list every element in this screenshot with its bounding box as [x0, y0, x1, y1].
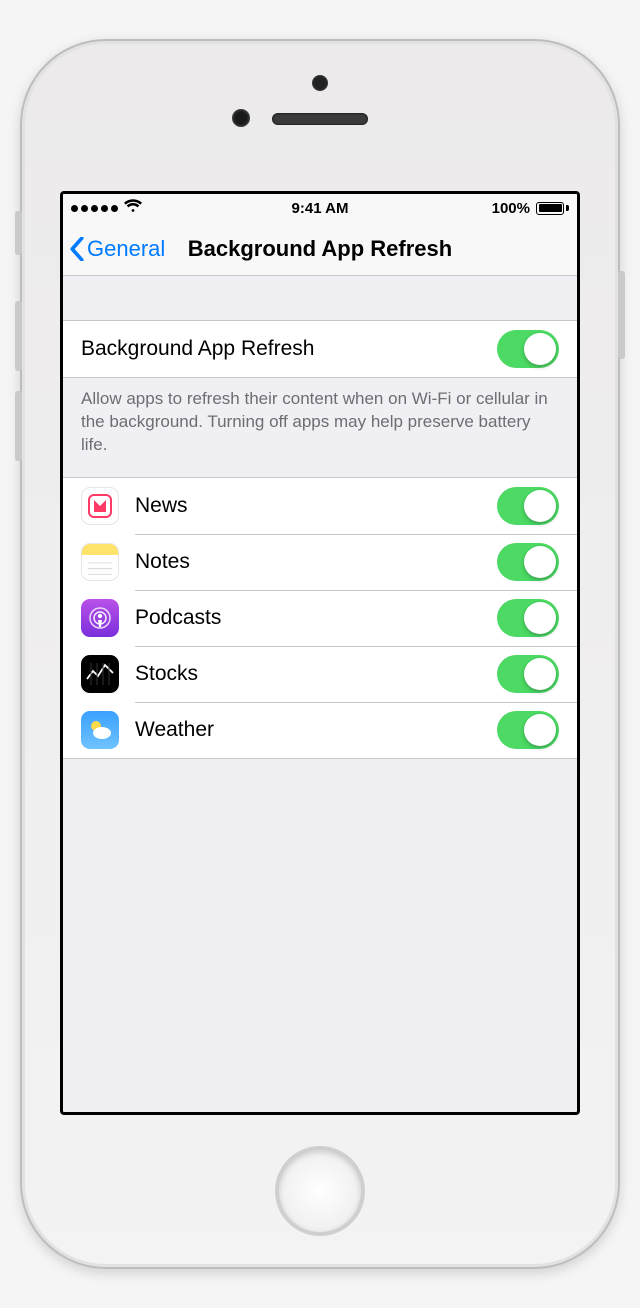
volume-down-button	[15, 391, 22, 461]
app-row-stocks: Stocks	[63, 646, 577, 702]
page-title: Background App Refresh	[188, 236, 452, 262]
front-camera	[232, 109, 250, 127]
battery-percent: 100%	[492, 200, 530, 217]
app-row-weather: Weather	[63, 702, 577, 758]
mute-switch	[15, 211, 22, 255]
power-button	[618, 271, 625, 359]
back-label: General	[87, 236, 165, 262]
navigation-bar: General Background App Refresh	[63, 222, 577, 276]
battery-icon	[536, 202, 569, 215]
screen: 9:41 AM 100% General Background App Refr…	[60, 191, 580, 1115]
app-toggle-news[interactable]	[497, 487, 559, 525]
master-toggle[interactable]	[497, 330, 559, 368]
volume-up-button	[15, 301, 22, 371]
app-label: News	[135, 494, 497, 518]
app-row-news: News	[63, 478, 577, 534]
notes-icon	[81, 543, 119, 581]
master-toggle-group: Background App Refresh	[63, 320, 577, 378]
app-label: Weather	[135, 718, 497, 742]
app-label: Podcasts	[135, 606, 497, 630]
master-toggle-row: Background App Refresh	[63, 321, 577, 377]
status-bar: 9:41 AM 100%	[63, 194, 577, 222]
cellular-signal-icon	[71, 205, 118, 212]
home-button[interactable]	[275, 1146, 365, 1236]
app-toggle-podcasts[interactable]	[497, 599, 559, 637]
bottom-bezel	[275, 1115, 365, 1267]
app-row-podcasts: Podcasts	[63, 590, 577, 646]
news-icon	[81, 487, 119, 525]
app-toggle-stocks[interactable]	[497, 655, 559, 693]
sensor-dot	[312, 75, 328, 91]
top-bezel	[22, 41, 618, 191]
wifi-icon	[124, 199, 142, 217]
weather-icon	[81, 711, 119, 749]
app-toggle-notes[interactable]	[497, 543, 559, 581]
master-toggle-label: Background App Refresh	[81, 337, 497, 361]
podcasts-icon	[81, 599, 119, 637]
app-row-notes: Notes	[63, 534, 577, 590]
iphone-device-frame: 9:41 AM 100% General Background App Refr…	[20, 39, 620, 1269]
back-button[interactable]: General	[69, 236, 165, 262]
chevron-left-icon	[69, 237, 85, 261]
app-label: Stocks	[135, 662, 497, 686]
group-footer-text: Allow apps to refresh their content when…	[63, 378, 577, 477]
app-toggle-weather[interactable]	[497, 711, 559, 749]
apps-group: News Notes Podcasts	[63, 477, 577, 759]
app-label: Notes	[135, 550, 497, 574]
earpiece-speaker	[272, 113, 368, 125]
status-time: 9:41 AM	[292, 200, 349, 217]
stocks-icon	[81, 655, 119, 693]
